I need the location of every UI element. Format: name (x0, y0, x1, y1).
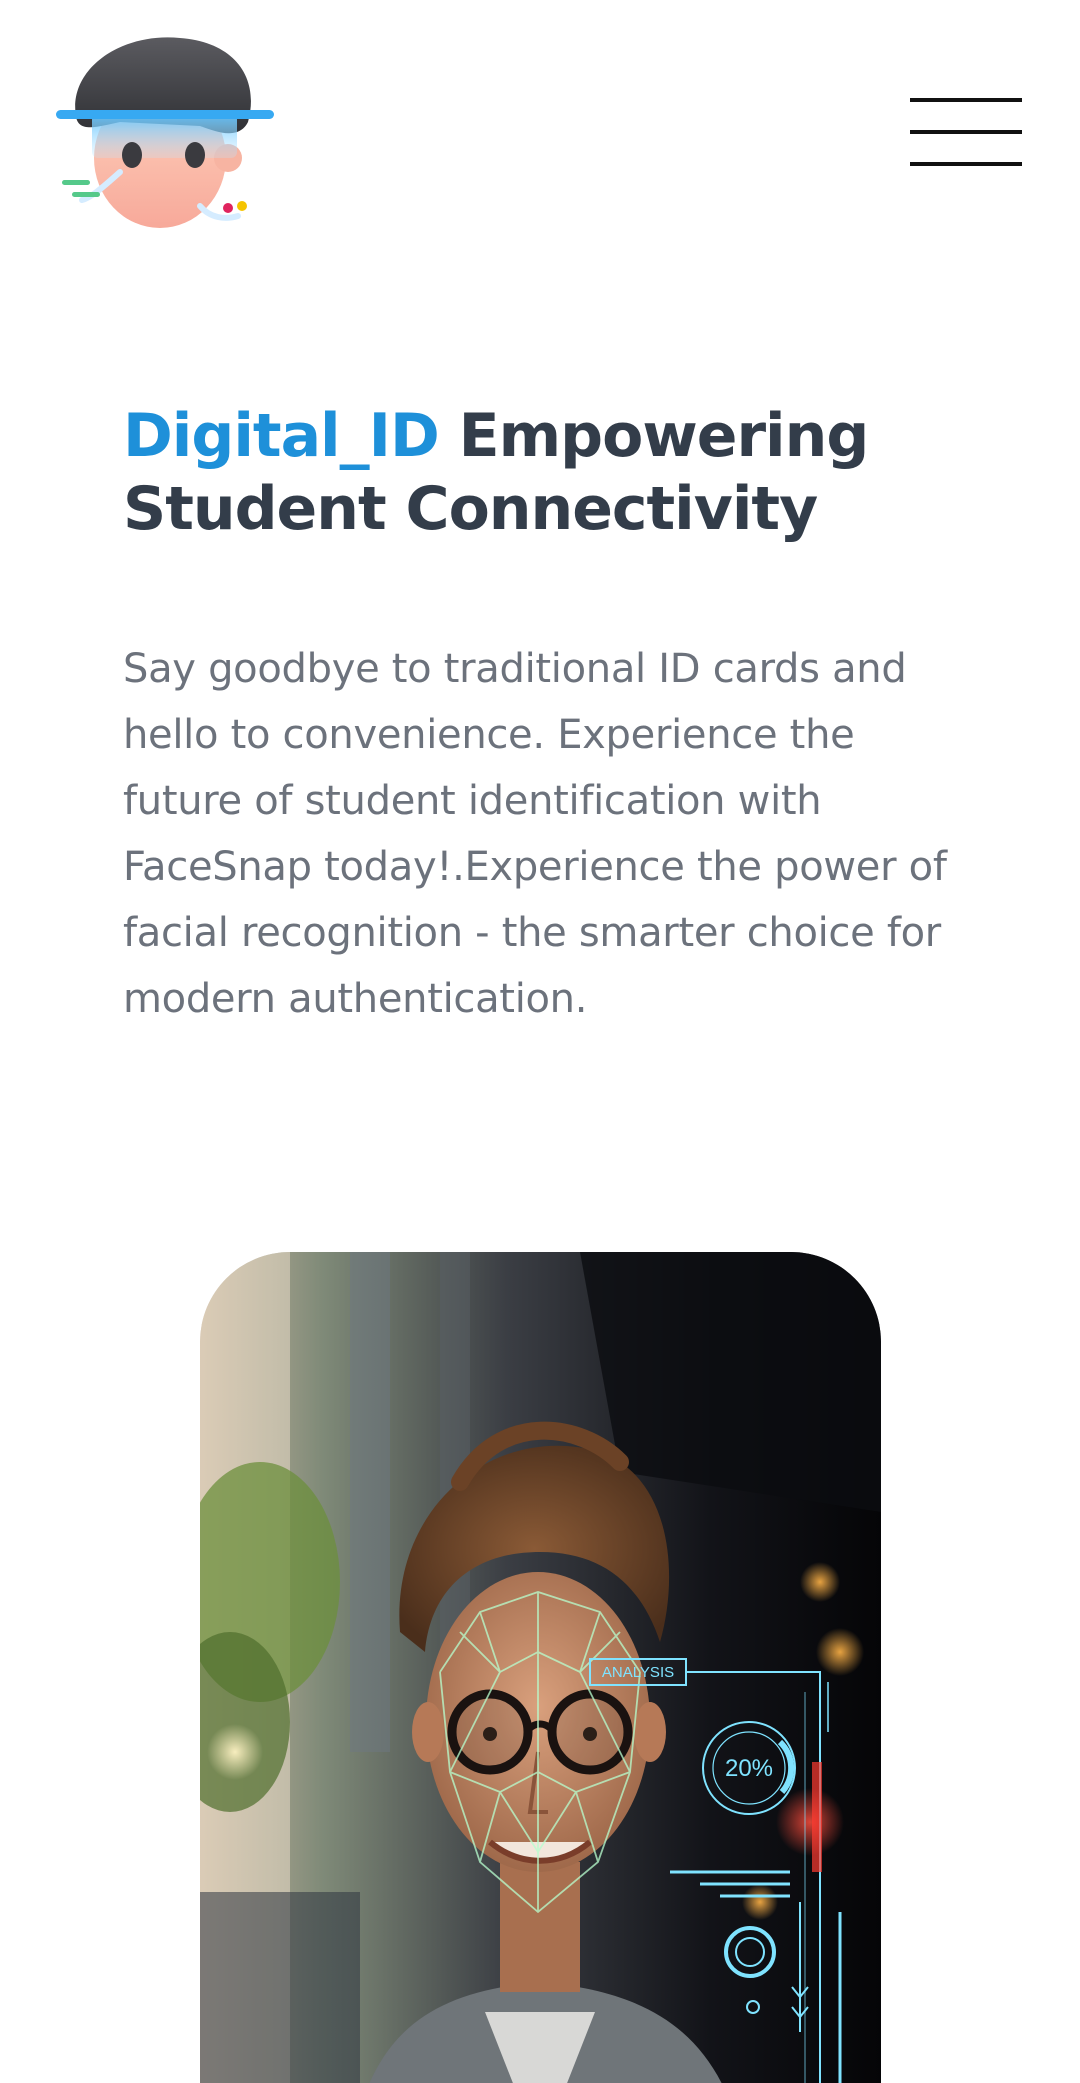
hero-title-brand: Digital_ID (123, 401, 440, 471)
menu-bar-bottom (910, 162, 1022, 166)
hero-title: Digital_ID Empowering Student Connectivi… (123, 400, 983, 546)
site-header (0, 0, 1080, 260)
hud-analysis-label: ANALYSIS (602, 1664, 674, 1681)
menu-bar-top (910, 98, 1022, 102)
face-scan-avatar-icon[interactable] (50, 30, 280, 240)
hero-description: Say goodbye to traditional ID cards and … (123, 646, 947, 1022)
menu-bar-middle (910, 130, 1022, 134)
hero-face-recognition-image: ANALYSIS 20% (200, 1252, 881, 2083)
page: Digital_ID Empowering Student Connectivi… (0, 0, 1080, 2083)
hamburger-menu-button[interactable] (910, 92, 1022, 172)
hud-percent-label: 20% (725, 1755, 773, 1782)
